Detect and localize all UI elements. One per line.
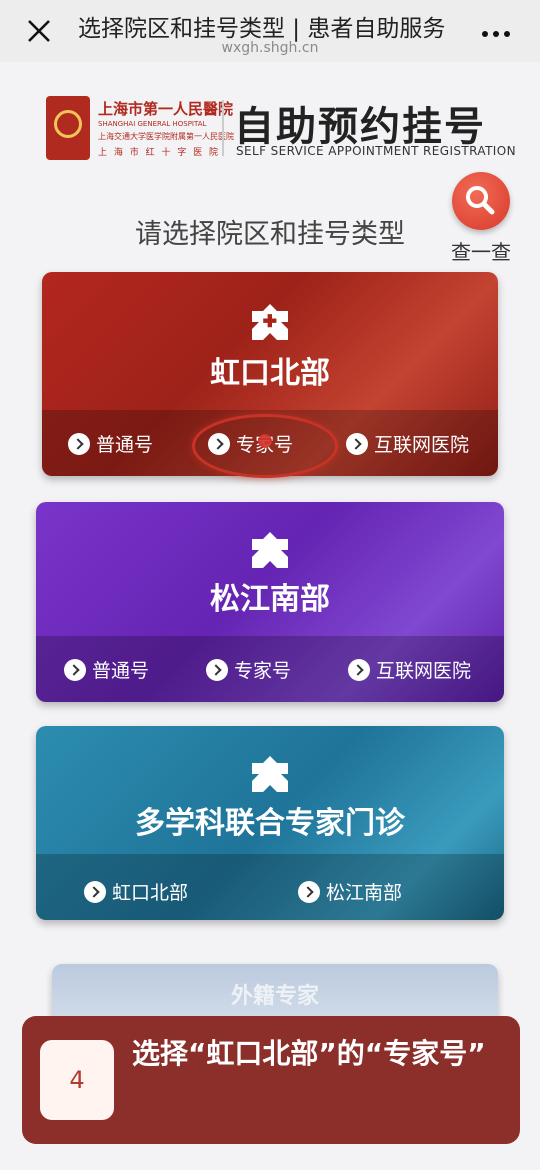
option-general[interactable]: 普通号 <box>68 430 153 457</box>
option-label: 普通号 <box>96 434 154 456</box>
more-icon[interactable] <box>482 22 522 42</box>
option-hongkou[interactable]: 虹口北部 <box>84 878 188 905</box>
top-bar: 选择院区和挂号类型 | 患者自助服务 wxgh.shgh.cn <box>0 0 540 62</box>
url-label: wxgh.shgh.cn <box>221 40 319 56</box>
chevron-right-icon <box>206 658 228 681</box>
hospital-affiliation: 上海交通大学医学院附属第一人民医院 <box>98 132 234 141</box>
option-label: 专家号 <box>234 660 292 682</box>
option-internet-hospital[interactable]: 互联网医院 <box>346 430 469 457</box>
option-label: 普通号 <box>92 660 150 682</box>
hospital-name: 上海市第一人民醫院 <box>98 100 234 118</box>
option-label: 互联网医院 <box>374 434 470 456</box>
chevron-right-icon <box>84 880 106 903</box>
medical-cross-icon <box>252 532 288 568</box>
step-number: 4 <box>40 1040 114 1120</box>
hospital-logo <box>46 96 90 160</box>
campus-title: 虹口北部 <box>210 356 330 391</box>
campus-title: 松江南部 <box>210 582 330 617</box>
mdt-clinic-card: 多学科联合专家门诊 虹口北部 松江南部 <box>36 726 504 920</box>
chevron-right-icon <box>298 880 320 903</box>
option-songjiang[interactable]: 松江南部 <box>298 878 402 905</box>
page-title-en: SELF SERVICE APPOINTMENT REGISTRATION <box>236 144 516 158</box>
chevron-right-icon <box>346 432 368 455</box>
header-divider <box>222 100 224 156</box>
option-label: 松江南部 <box>326 882 403 904</box>
option-internet-hospital[interactable]: 互联网医院 <box>348 656 471 683</box>
option-general[interactable]: 普通号 <box>64 656 149 683</box>
campus-card-songjiang: 松江南部 普通号 专家号 互联网医院 <box>36 502 504 702</box>
medical-cross-icon <box>252 756 288 792</box>
chevron-right-icon <box>348 658 370 681</box>
mdt-title: 多学科联合专家门诊 <box>135 806 405 841</box>
instruction-text: 选择“虹口北部”的“专家号” <box>132 1037 486 1070</box>
medical-cross-icon <box>252 304 288 340</box>
option-expert[interactable]: 专家号 <box>206 656 291 683</box>
tap-indicator <box>258 434 272 448</box>
chevron-right-icon <box>68 432 90 455</box>
option-label: 虹口北部 <box>112 882 189 904</box>
hospital-english-name: SHANGHAI GENERAL HOSPITAL <box>98 120 207 128</box>
chevron-right-icon <box>64 658 86 681</box>
option-label: 互联网医院 <box>376 660 472 682</box>
hospital-red-cross: 上 海 市 红 十 字 医 院 <box>98 148 221 158</box>
page-subtitle: 请选择院区和挂号类型 <box>135 219 405 250</box>
instruction-overlay: 4 选择“虹口北部”的“专家号” <box>22 1016 520 1144</box>
foreign-expert-title: 外籍专家 <box>230 984 319 1009</box>
